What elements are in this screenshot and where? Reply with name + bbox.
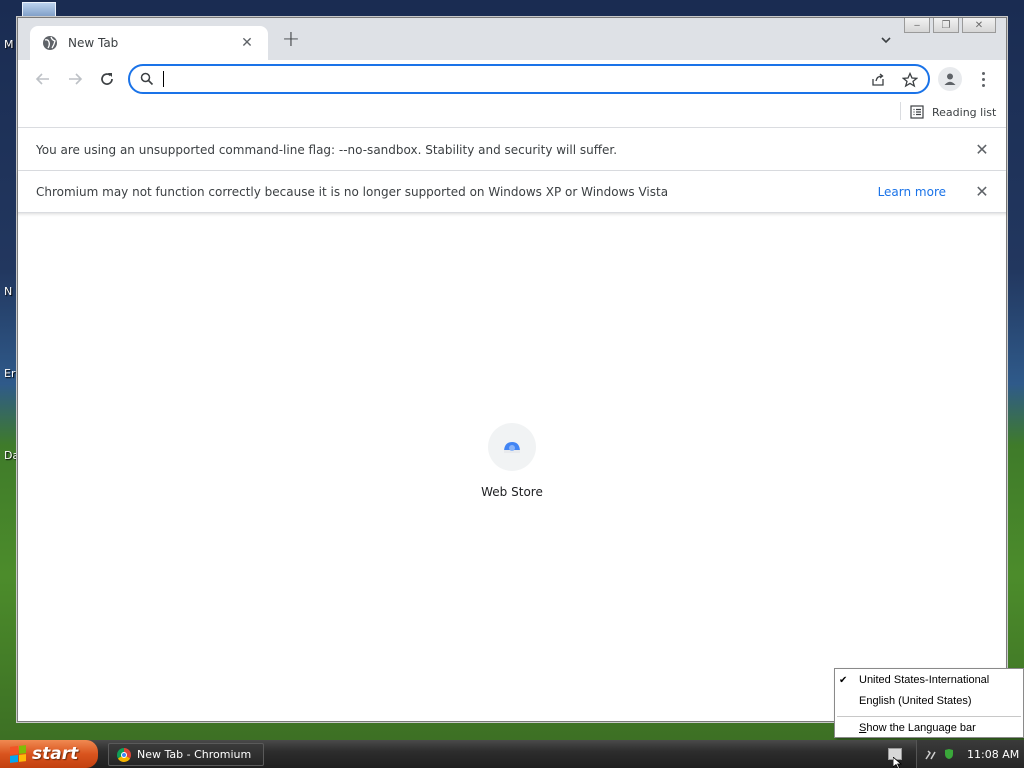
globe-icon bbox=[42, 35, 58, 51]
mouse-cursor-icon bbox=[893, 757, 903, 768]
profile-icon bbox=[944, 73, 956, 85]
checkmark-icon: ✔ bbox=[839, 675, 848, 686]
kebab-menu-icon[interactable] bbox=[976, 67, 990, 91]
share-icon[interactable] bbox=[870, 72, 886, 88]
system-tray: 11:08 AM bbox=[916, 740, 1024, 768]
omnibox[interactable] bbox=[128, 64, 930, 94]
start-button[interactable]: start bbox=[0, 740, 98, 768]
infobar-message: You are using an unsupported command-lin… bbox=[36, 142, 618, 157]
shortcut-icon-circle bbox=[488, 423, 536, 471]
back-button[interactable] bbox=[32, 68, 54, 90]
start-label: start bbox=[32, 744, 79, 764]
forward-button[interactable] bbox=[64, 68, 86, 90]
taskbar-button-label: New Tab - Chromium bbox=[137, 748, 252, 761]
tab-title: New Tab bbox=[68, 36, 119, 50]
clock: 11:08 AM bbox=[967, 747, 1020, 761]
chevron-down-icon[interactable] bbox=[878, 32, 894, 48]
bookmark-bar-divider bbox=[900, 102, 901, 120]
tab-close-button[interactable]: ✕ bbox=[238, 35, 256, 51]
desktop-icon-label[interactable]: M bbox=[4, 38, 14, 51]
menu-divider bbox=[837, 716, 1021, 717]
menu-item-text: how the Language bar bbox=[866, 722, 976, 734]
window-controls: ‒ ❐ ✕ bbox=[901, 18, 996, 33]
browser-window: New Tab ✕ + ‒ ❐ ✕ Reading list You are u… bbox=[17, 17, 1007, 722]
arrow-left-icon bbox=[35, 73, 49, 85]
reading-list-button[interactable]: Reading list bbox=[910, 102, 996, 122]
reload-button[interactable] bbox=[96, 68, 118, 90]
infobar-message: Chromium may not function correctly beca… bbox=[36, 184, 669, 199]
language-item-us-international[interactable]: United States-International bbox=[859, 674, 989, 686]
toolbar bbox=[18, 60, 1006, 98]
network-icon[interactable] bbox=[925, 748, 937, 760]
infobar-unsupported-os: Chromium may not function correctly beca… bbox=[18, 171, 1006, 213]
new-tab-button[interactable]: + bbox=[280, 29, 302, 52]
tab-strip: New Tab ✕ + ‒ ❐ ✕ bbox=[18, 18, 1006, 60]
new-tab-page: Web Store bbox=[18, 213, 1006, 721]
taskbar-button-chromium[interactable]: New Tab - Chromium bbox=[108, 743, 264, 766]
taskbar: start New Tab - Chromium 11:08 AM bbox=[0, 740, 1024, 768]
desktop-icon-label[interactable]: Er bbox=[4, 367, 15, 380]
infobar-close-button[interactable]: ✕ bbox=[972, 182, 992, 201]
star-icon[interactable] bbox=[902, 72, 918, 88]
bookmark-bar: Reading list bbox=[18, 98, 1006, 128]
language-item-english-us[interactable]: English (United States) bbox=[859, 695, 972, 707]
show-language-bar-item[interactable]: Show the Language bar bbox=[859, 722, 976, 734]
restore-button[interactable]: ❐ bbox=[933, 18, 959, 33]
profile-button[interactable] bbox=[938, 67, 962, 91]
reading-list-label: Reading list bbox=[932, 105, 997, 119]
arrow-right-icon bbox=[69, 73, 83, 85]
infobar-sandbox-warning: You are using an unsupported command-lin… bbox=[18, 129, 1006, 171]
reading-list-icon bbox=[910, 105, 924, 119]
windows-flag-icon bbox=[10, 745, 26, 763]
infobar-close-button[interactable]: ✕ bbox=[972, 140, 992, 159]
search-icon bbox=[140, 72, 154, 86]
web-store-icon bbox=[504, 442, 520, 453]
tab-new-tab[interactable]: New Tab ✕ bbox=[30, 26, 268, 60]
close-window-button[interactable]: ✕ bbox=[962, 18, 996, 33]
desktop-icon[interactable] bbox=[22, 2, 56, 18]
reload-icon bbox=[101, 73, 113, 85]
shortcut-web-store[interactable]: Web Store bbox=[466, 423, 558, 499]
chromium-icon bbox=[117, 747, 131, 762]
language-menu: ✔ United States-International English (U… bbox=[834, 668, 1024, 738]
desktop-icon-label[interactable]: N bbox=[4, 285, 12, 298]
omnibox-input[interactable] bbox=[162, 69, 852, 89]
security-shield-icon[interactable] bbox=[943, 748, 955, 760]
minimize-button[interactable]: ‒ bbox=[904, 18, 930, 33]
text-caret bbox=[163, 71, 164, 87]
shortcut-label: Web Store bbox=[481, 485, 543, 499]
learn-more-link[interactable]: Learn more bbox=[878, 185, 946, 199]
